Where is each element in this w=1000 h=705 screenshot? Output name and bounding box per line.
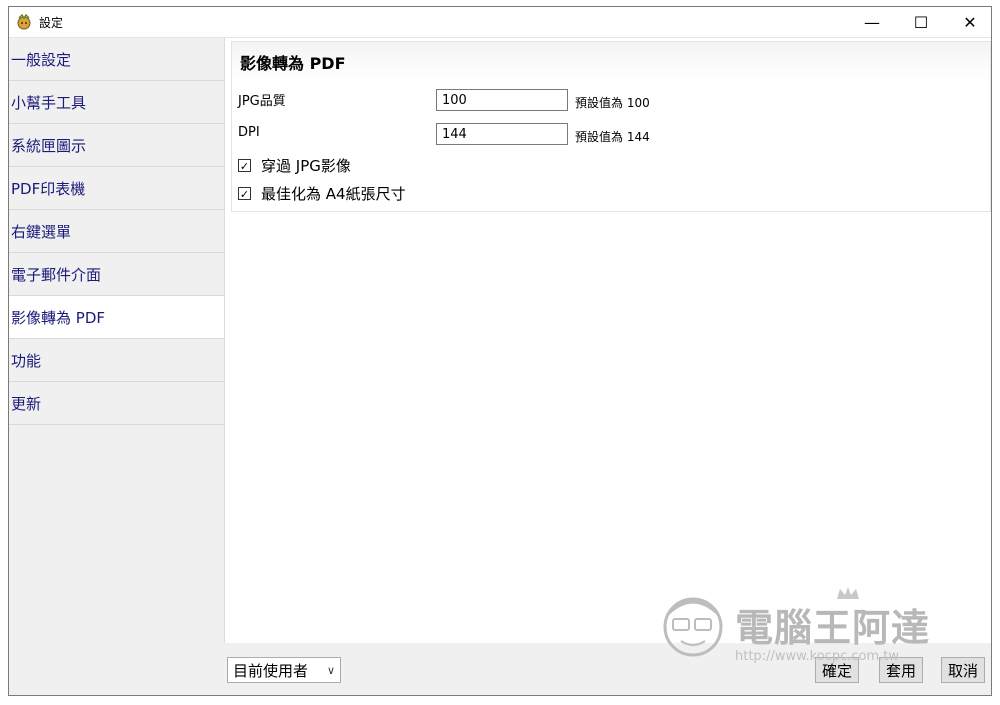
panel-title: 影像轉為 PDF (240, 54, 346, 73)
dpi-hint: 預設值為 144 (575, 130, 650, 144)
user-scope-value: 目前使用者 (233, 661, 309, 680)
close-button[interactable]: ✕ (947, 7, 993, 37)
sidebar-item-features[interactable]: 功能 (9, 339, 224, 382)
jpg-quality-label: JPG品質 (238, 94, 286, 109)
sidebar-item-tray-icon[interactable]: 系統匣圖示 (9, 124, 224, 167)
dpi-input[interactable] (436, 123, 568, 145)
cancel-button[interactable]: 取消 (941, 657, 986, 683)
title-bar: 設定 — ☐ ✕ (9, 7, 991, 38)
dpi-label: DPI (238, 125, 260, 140)
pass-through-jpg-checkbox[interactable]: ✓ (238, 159, 251, 173)
maximize-button[interactable]: ☐ (898, 7, 944, 37)
sidebar-item-context-menu[interactable]: 右鍵選單 (9, 210, 224, 253)
optimize-a4-label: 最佳化為 A4紙張尺寸 (261, 185, 406, 203)
pass-through-jpg-option[interactable]: ✓ 穿過 JPG影像 (238, 155, 351, 176)
sidebar-item-email-interface[interactable]: 電子郵件介面 (9, 253, 224, 296)
settings-sidebar: 一般設定 小幫手工具 系統匣圖示 PDF印表機 右鍵選單 電子郵件介面 影像轉為… (9, 38, 225, 643)
settings-content: 影像轉為 PDF JPG品質 預設值為 100 DPI 預設值為 144 ✓ 穿… (225, 38, 991, 643)
sidebar-item-image-to-pdf[interactable]: 影像轉為 PDF (9, 296, 224, 339)
ok-button[interactable]: 確定 (815, 657, 860, 683)
optimize-a4-option[interactable]: ✓ 最佳化為 A4紙張尺寸 (238, 183, 406, 204)
jpg-quality-input[interactable] (436, 89, 568, 111)
minimize-button[interactable]: — (849, 7, 895, 37)
sidebar-item-pdf-printer[interactable]: PDF印表機 (9, 167, 224, 210)
settings-window: 設定 — ☐ ✕ 一般設定 小幫手工具 系統匣圖示 PDF印表機 右鍵選單 電子… (8, 6, 992, 696)
user-scope-select[interactable]: 目前使用者 ∨ (227, 657, 341, 683)
sidebar-item-helper-tools[interactable]: 小幫手工具 (9, 81, 224, 124)
dialog-footer: 目前使用者 ∨ 確定 套用 取消 (225, 643, 991, 695)
image-to-pdf-panel: 影像轉為 PDF JPG品質 預設值為 100 DPI 預設值為 144 ✓ 穿… (231, 41, 991, 212)
window-title: 設定 (39, 16, 64, 30)
optimize-a4-checkbox[interactable]: ✓ (238, 187, 251, 201)
pass-through-jpg-label: 穿過 JPG影像 (261, 157, 351, 175)
app-icon (17, 13, 31, 30)
apply-button[interactable]: 套用 (879, 657, 924, 683)
chevron-down-icon: ∨ (326, 663, 335, 677)
sidebar-item-general[interactable]: 一般設定 (9, 38, 224, 81)
sidebar-item-update[interactable]: 更新 (9, 382, 224, 425)
jpg-quality-hint: 預設值為 100 (575, 96, 650, 110)
